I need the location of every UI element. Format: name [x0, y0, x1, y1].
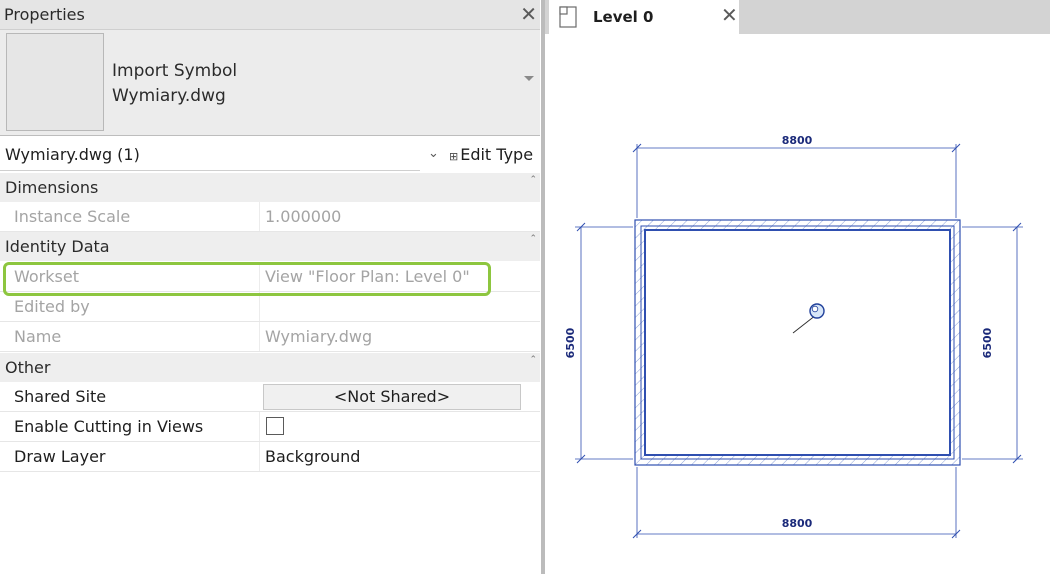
group-dimensions[interactable]: Dimensions ⌃ [0, 173, 540, 202]
group-other[interactable]: Other ⌃ [0, 353, 540, 382]
column-divider [259, 292, 260, 321]
column-divider [259, 322, 260, 351]
dimension-bottom: 8800 [632, 467, 961, 539]
property-key: Draw Layer [14, 447, 106, 466]
property-row-edited-by: Edited by [0, 292, 540, 322]
properties-title-bar: Properties ✕ [0, 0, 540, 30]
property-row-draw-layer: Draw Layer Background [0, 442, 540, 472]
instance-filter-row: Wymiary.dwg (1) ⌄ ⊞ Edit Type [0, 140, 540, 172]
instance-filter-underline [0, 170, 420, 171]
property-row-instance-scale: Instance Scale 1.000000 [0, 202, 540, 232]
view-tab-strip: Level 0 ✕ [545, 0, 1050, 34]
type-family-label: Import Symbol [112, 61, 238, 81]
collapse-icon[interactable]: ⌃ [529, 355, 537, 365]
dimension-text-left: 6500 [564, 327, 577, 358]
drawing-view: Level 0 ✕ 8800 8800 6500 6500 [545, 0, 1050, 574]
dimension-text-top: 8800 [782, 134, 813, 147]
group-label: Identity Data [5, 237, 110, 256]
dropdown-arrow-icon[interactable] [524, 76, 534, 81]
edit-type-button[interactable]: ⊞ Edit Type [449, 145, 533, 164]
property-value: Wymiary.dwg [265, 327, 373, 346]
dimension-top: 8800 [632, 134, 961, 218]
properties-palette: Properties ✕ Import Symbol Wymiary.dwg W… [0, 0, 540, 574]
property-key: Enable Cutting in Views [14, 417, 204, 436]
column-divider [259, 202, 260, 231]
column-divider [259, 442, 260, 471]
dimension-left: 6500 [564, 222, 633, 464]
workset-highlight-annotation [3, 262, 491, 296]
group-label: Other [5, 358, 51, 377]
close-icon[interactable]: ✕ [721, 3, 738, 27]
properties-title: Properties [4, 5, 85, 24]
view-tab-icon [559, 6, 577, 28]
edit-type-icon: ⊞ [449, 150, 459, 163]
collapse-icon[interactable]: ⌃ [529, 175, 537, 185]
group-label: Dimensions [5, 178, 99, 197]
property-row-enable-cutting: Enable Cutting in Views [0, 412, 540, 442]
group-identity-data[interactable]: Identity Data ⌃ [0, 232, 540, 261]
type-name-label: Wymiary.dwg [112, 86, 226, 106]
edit-type-label: Edit Type [460, 145, 534, 164]
draw-layer-dropdown[interactable]: Background [265, 447, 360, 466]
type-preview-thumbnail [6, 33, 104, 131]
property-value: 1.000000 [265, 207, 342, 226]
view-tab-level-0[interactable]: Level 0 ✕ [549, 0, 739, 34]
property-row-name: Name Wymiary.dwg [0, 322, 540, 352]
close-icon[interactable]: ✕ [520, 2, 537, 26]
wall-outline [634, 219, 961, 466]
property-key: Edited by [14, 297, 90, 316]
dimension-text-bottom: 8800 [782, 517, 813, 530]
shared-site-button[interactable]: <Not Shared> [263, 384, 521, 410]
dimension-right: 6500 [962, 222, 1023, 464]
property-key: Instance Scale [14, 207, 131, 226]
chevron-down-icon[interactable]: ⌄ [428, 146, 439, 161]
instance-filter-dropdown[interactable]: Wymiary.dwg (1) [5, 145, 140, 164]
type-selector[interactable]: Import Symbol Wymiary.dwg [0, 30, 540, 136]
enable-cutting-checkbox[interactable] [266, 417, 284, 435]
collapse-icon[interactable]: ⌃ [529, 234, 537, 244]
floor-plan-canvas[interactable]: 8800 8800 6500 6500 [545, 34, 1050, 574]
property-key: Name [14, 327, 62, 346]
property-row-shared-site: Shared Site <Not Shared> [0, 382, 540, 412]
view-tab-label: Level 0 [593, 8, 654, 26]
property-key: Shared Site [14, 387, 107, 406]
dimension-text-right: 6500 [981, 327, 994, 358]
column-divider [259, 412, 260, 441]
